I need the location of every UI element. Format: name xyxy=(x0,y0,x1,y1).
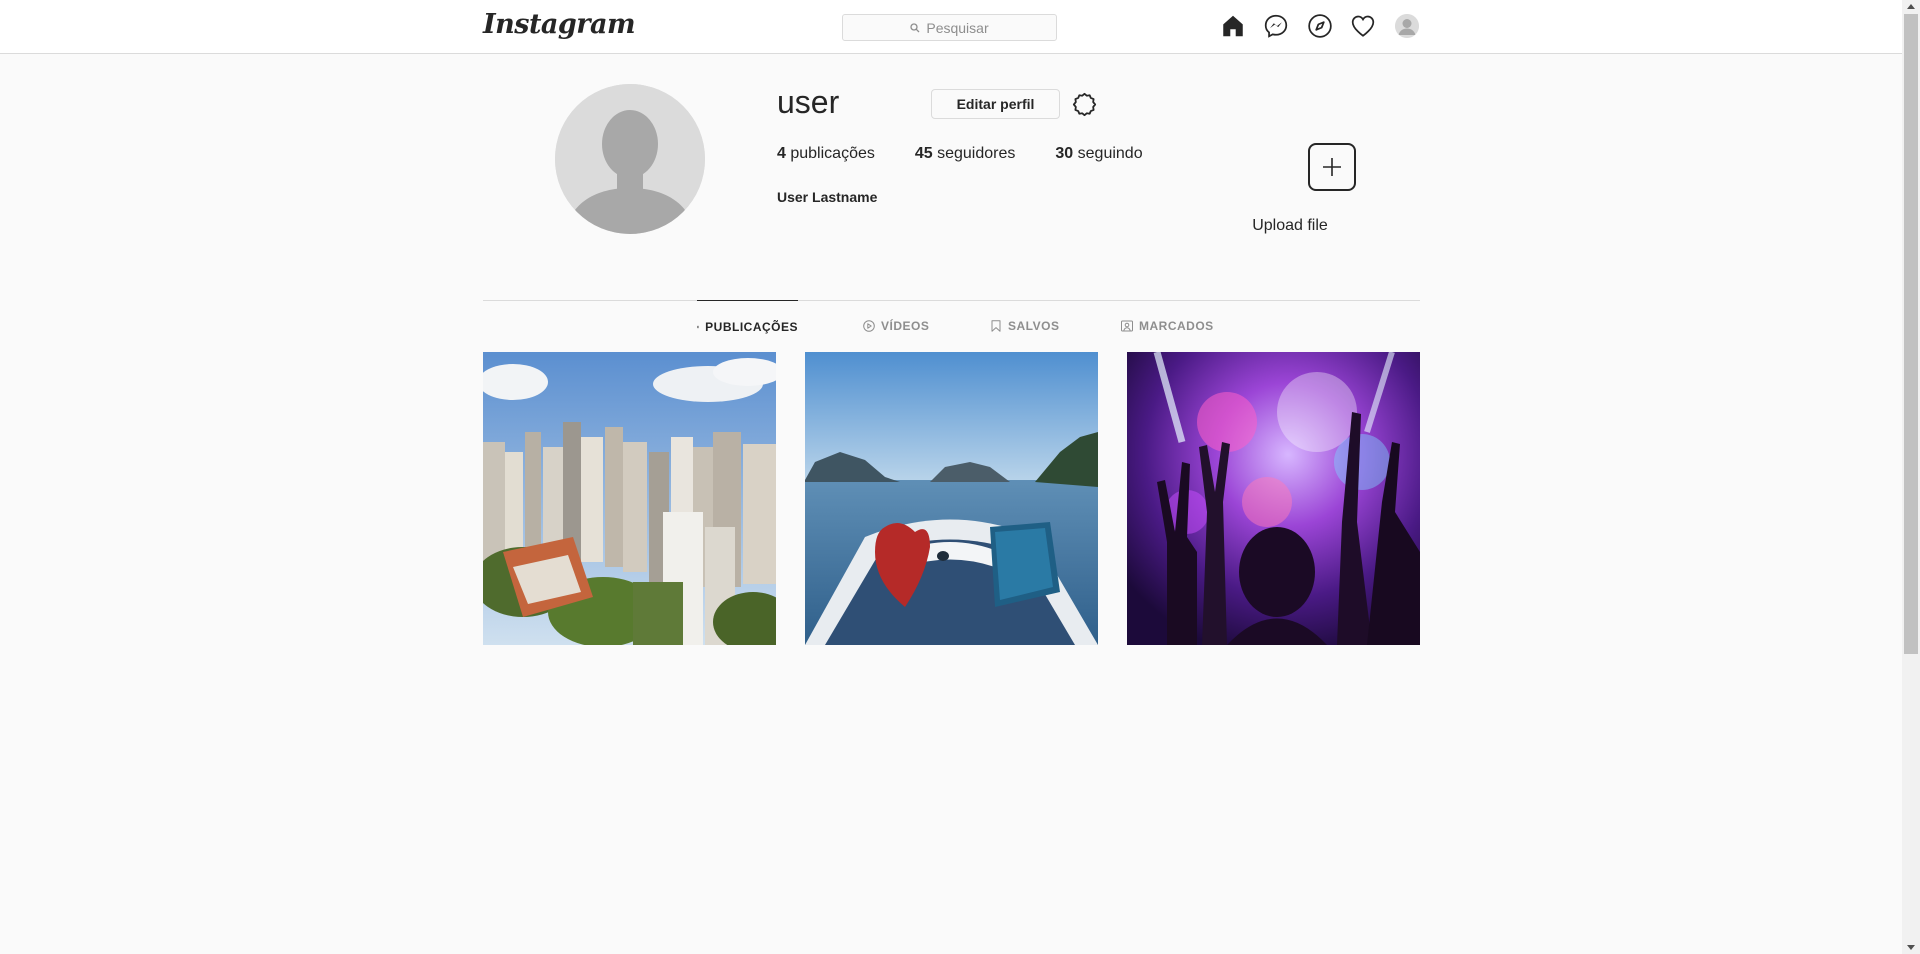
profile-full-name: User Lastname xyxy=(777,189,878,205)
profile-tabs: PUBLICAÇÕES VÍDEOS SALVOS MARCADOS xyxy=(483,300,1420,352)
grid-icon xyxy=(697,325,700,328)
boat-lake-image xyxy=(805,352,1098,645)
search-icon xyxy=(910,22,920,32)
tab-salvos[interactable]: SALVOS xyxy=(990,300,1059,352)
tag-user-icon xyxy=(1121,320,1133,332)
top-navbar: Instagram Pesquisar xyxy=(0,0,1902,54)
tab-videos-label: VÍDEOS xyxy=(881,319,930,333)
play-icon xyxy=(863,320,875,332)
post-concert-crowd[interactable] xyxy=(1127,352,1420,645)
tab-salvos-label: SALVOS xyxy=(1008,319,1060,333)
settings-gear-icon[interactable] xyxy=(1071,91,1098,118)
stat-following-count: 30 xyxy=(1055,145,1074,162)
tab-publicacoes[interactable]: PUBLICAÇÕES xyxy=(697,300,798,352)
bookmark-icon xyxy=(991,320,1001,332)
profile-avatar[interactable] xyxy=(555,84,705,234)
plus-icon xyxy=(1323,158,1341,176)
scroll-down-arrow[interactable] xyxy=(1907,945,1915,950)
stat-posts[interactable]: 4 publicações xyxy=(777,145,875,163)
page-scrollbar[interactable] xyxy=(1902,0,1920,954)
stat-following[interactable]: 30 seguindo xyxy=(1055,145,1142,163)
concert-crowd-image xyxy=(1127,352,1420,645)
tab-publicacoes-label: PUBLICAÇÕES xyxy=(705,319,798,334)
scroll-up-arrow[interactable] xyxy=(1907,4,1915,9)
upload-button[interactable] xyxy=(1308,143,1356,191)
messenger-icon[interactable] xyxy=(1263,13,1289,39)
tab-videos[interactable]: VÍDEOS xyxy=(863,300,929,352)
post-boat-lake[interactable] xyxy=(805,352,1098,645)
profile-username: user xyxy=(777,84,840,120)
tab-marcados-label: MARCADOS xyxy=(1139,319,1214,333)
stat-posts-label: publicações xyxy=(790,145,875,162)
city-aerial-image xyxy=(483,352,776,645)
posts-grid xyxy=(483,352,1420,645)
profile-stats: 4 publicações 45 seguidores 30 seguindo xyxy=(777,145,1183,163)
stat-following-label: seguindo xyxy=(1077,145,1143,162)
edit-profile-button[interactable]: Editar perfil xyxy=(931,89,1060,119)
post-city-aerial[interactable] xyxy=(483,352,776,645)
nav-avatar[interactable] xyxy=(1395,14,1419,38)
instagram-logo[interactable]: Instagram xyxy=(483,9,636,40)
heart-icon[interactable] xyxy=(1350,13,1376,39)
search-placeholder: Pesquisar xyxy=(926,19,989,36)
stat-followers-label: seguidores xyxy=(937,145,1016,162)
stat-followers-count: 45 xyxy=(914,145,933,162)
search-input[interactable]: Pesquisar xyxy=(842,14,1057,41)
scrollbar-thumb[interactable] xyxy=(1904,14,1918,654)
tab-marcados[interactable]: MARCADOS xyxy=(1121,300,1214,352)
stat-posts-count: 4 xyxy=(777,145,786,162)
avatar-icon xyxy=(1395,14,1419,38)
home-icon[interactable] xyxy=(1220,13,1246,39)
upload-file-area: Upload file xyxy=(1242,143,1422,235)
stat-followers[interactable]: 45 seguidores xyxy=(915,145,1016,163)
avatar-silhouette-icon xyxy=(555,84,705,234)
upload-label: Upload file xyxy=(1252,217,1328,234)
explore-icon[interactable] xyxy=(1307,13,1333,39)
